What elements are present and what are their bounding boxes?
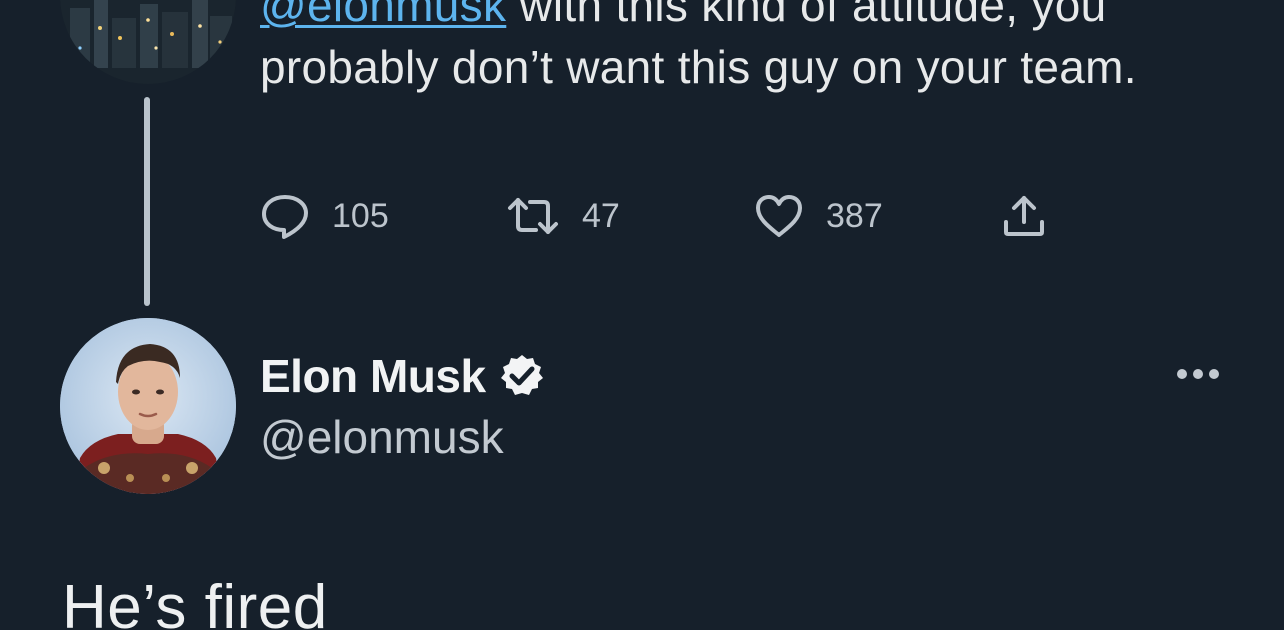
thread-connector-line — [144, 97, 150, 306]
reply-count: 105 — [332, 196, 389, 235]
author-name-row[interactable]: Elon Musk — [260, 346, 546, 406]
tweet-action-bar: 105 47 387 — [260, 192, 1160, 240]
retweet-button[interactable]: 47 — [506, 192, 620, 240]
parent-tweet-text: @elonmusk with this kind of attitude, yo… — [260, 0, 1250, 98]
author-name[interactable]: Elon Musk — [260, 349, 486, 403]
speech-bubble-icon — [260, 192, 310, 240]
like-count: 387 — [826, 196, 883, 235]
share-button[interactable] — [1000, 192, 1048, 240]
retweet-count: 47 — [582, 196, 620, 235]
reply-tweet-text: He’s fired — [62, 573, 328, 630]
retweet-arrows-icon — [506, 192, 560, 240]
mention-link[interactable]: @elonmusk — [260, 0, 506, 31]
parent-tweet-avatar[interactable] — [60, 0, 236, 84]
verified-badge-icon — [486, 352, 546, 400]
author-handle[interactable]: @elonmusk — [260, 410, 504, 464]
like-button[interactable]: 387 — [754, 192, 883, 240]
reply-button[interactable]: 105 — [260, 192, 389, 240]
author-avatar[interactable] — [60, 318, 236, 494]
heart-icon — [754, 192, 804, 240]
more-options-button[interactable] — [1168, 358, 1228, 394]
more-dots-icon — [1174, 367, 1222, 386]
share-upload-icon — [1000, 192, 1048, 240]
